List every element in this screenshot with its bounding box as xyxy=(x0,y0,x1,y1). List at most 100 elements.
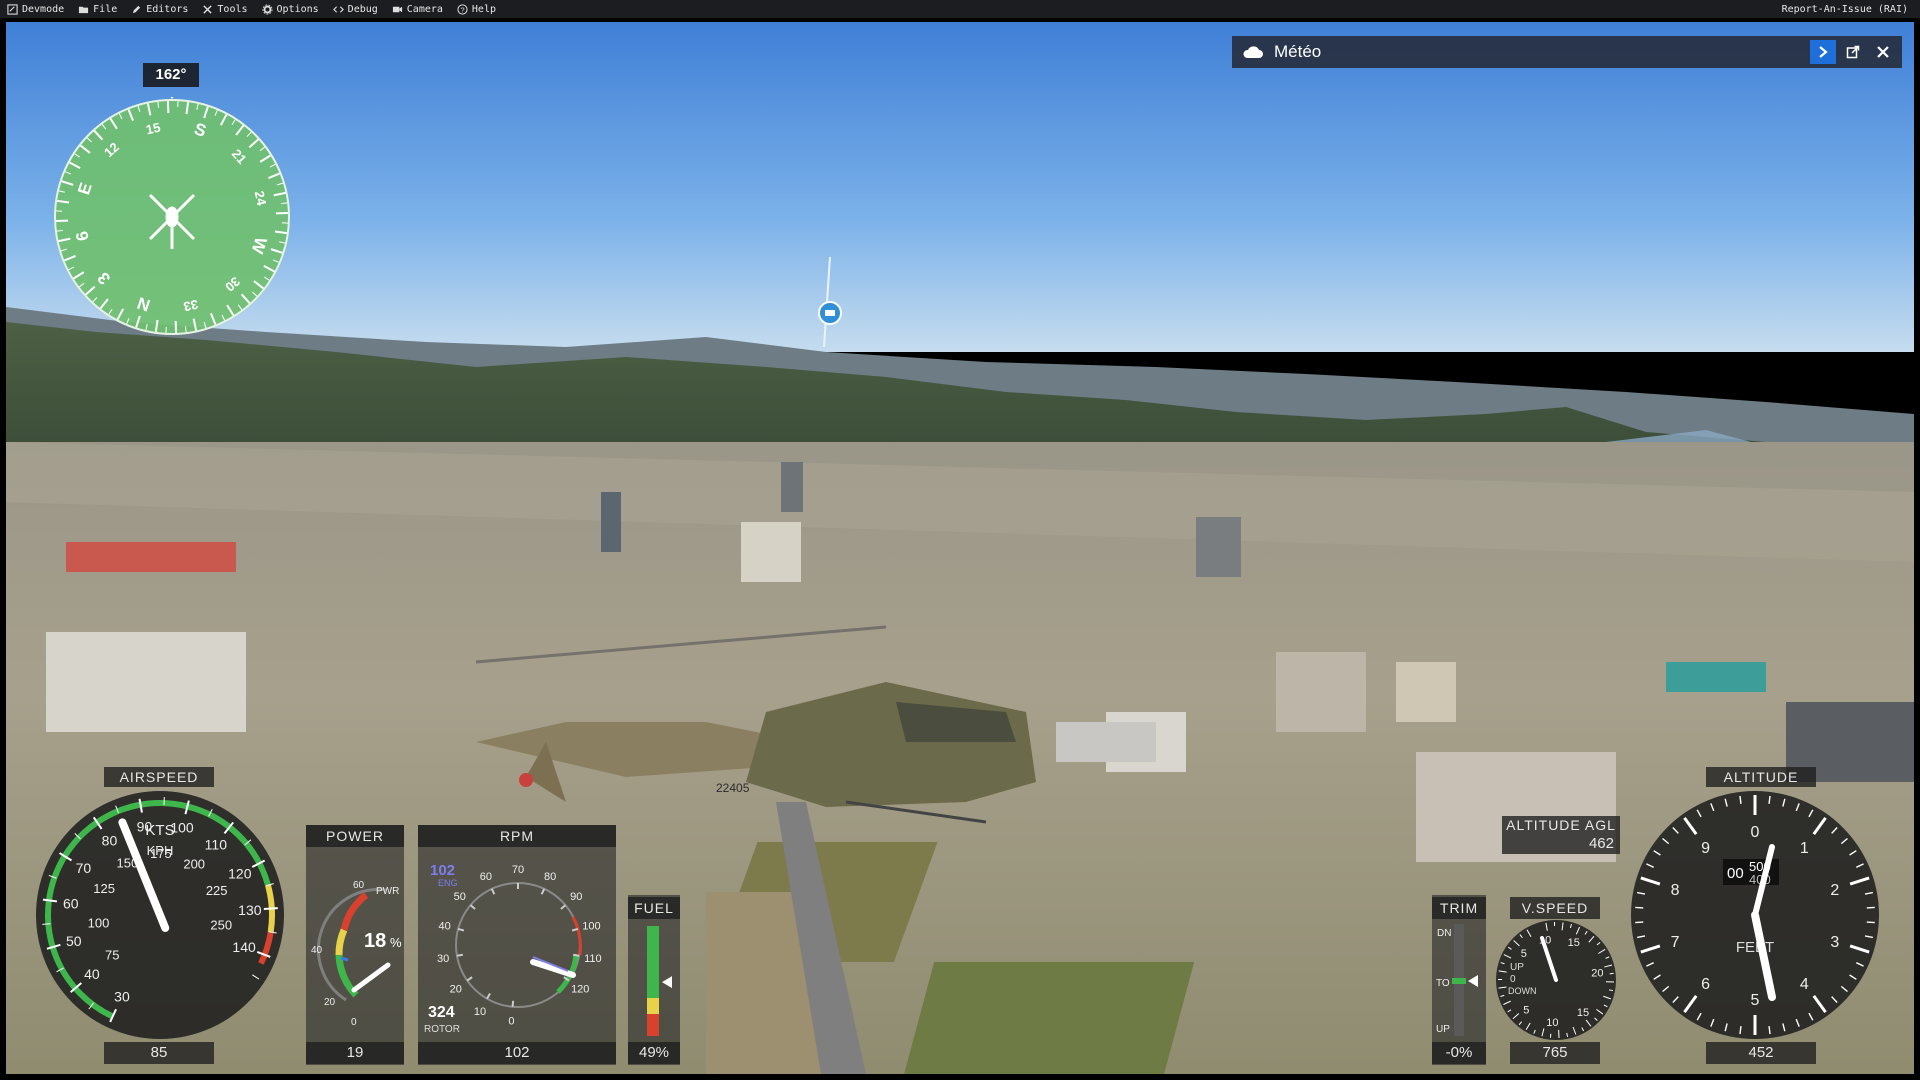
weather-panel[interactable]: Météo xyxy=(1232,36,1902,68)
airspeed-unit-kph: KPH xyxy=(147,843,174,858)
airspeed-kts-mark: 40 xyxy=(84,966,100,982)
rpm-mark: 120 xyxy=(571,984,589,996)
expand-panel-button[interactable] xyxy=(1810,40,1836,64)
menu-editors[interactable]: Editors xyxy=(124,0,195,18)
altitude-value: 452 xyxy=(1706,1042,1816,1064)
weather-panel-title: Météo xyxy=(1274,42,1322,61)
vspeed-down-label: DOWN xyxy=(1508,986,1537,996)
power-label: POWER xyxy=(306,825,404,847)
rpm-gauge: 0 10 20 30 40 50 60 70 80 90 100 110 120 102 ENG 324… xyxy=(424,862,602,1035)
poi-marker-icon[interactable] xyxy=(818,301,842,325)
menu-devmode-label: Devmode xyxy=(22,3,65,15)
airspeed-kts-mark: 50 xyxy=(66,933,82,949)
compass-label: 33 xyxy=(182,297,199,315)
altitude-mark: 8 xyxy=(1671,882,1680,899)
altimeter: 0123456789 00 500 400 FEET xyxy=(1631,791,1879,1039)
menu-file-label: File xyxy=(93,3,118,15)
heading-readout: 162° xyxy=(143,63,199,87)
devmode-icon xyxy=(7,3,18,15)
power-value: 19 xyxy=(306,1042,404,1064)
trim-up-label: UP xyxy=(1436,1024,1450,1035)
rpm-mark: 90 xyxy=(570,891,582,903)
vspeed-label: V.SPEED xyxy=(1510,897,1600,919)
close-panel-button[interactable] xyxy=(1870,40,1896,64)
airspeed-kph-mark: 225 xyxy=(206,883,228,898)
altitude-agl-label: ALTITUDE AGL xyxy=(1502,816,1620,834)
popout-panel-button[interactable] xyxy=(1840,40,1866,64)
fuel-value: 49% xyxy=(628,1042,680,1064)
menu-devmode[interactable]: Devmode xyxy=(0,0,71,18)
altitude-mark: 5 xyxy=(1751,992,1760,1009)
airspeed-label: AIRSPEED xyxy=(104,767,214,787)
altitude-drum-high: 00 xyxy=(1727,865,1744,882)
aircraft-tail-number: 22405 xyxy=(716,781,750,795)
vspeed-mark: 15 xyxy=(1568,937,1580,949)
menu-camera[interactable]: Camera xyxy=(385,0,450,18)
menu-file[interactable]: File xyxy=(71,0,124,18)
airspeed-kph-mark: 200 xyxy=(183,856,205,871)
vspeed-up-label: UP xyxy=(1510,962,1524,973)
airspeed-kts-mark: 110 xyxy=(205,836,228,852)
power-percent: 18 xyxy=(364,930,386,952)
trim-dn-label: DN xyxy=(1437,928,1451,939)
menu-debug[interactable]: Debug xyxy=(326,0,385,18)
airspeed-kts-mark: 120 xyxy=(228,865,252,881)
airspeed-indicator: 30405060708090 100110120130140 7510012515… xyxy=(36,791,284,1039)
rpm-value: 102 xyxy=(418,1042,616,1064)
airspeed-kts-mark: 70 xyxy=(76,860,92,876)
altitude-mark: 9 xyxy=(1701,840,1710,857)
report-issue-link[interactable]: Report-An-Issue (RAI) xyxy=(1775,0,1920,18)
airspeed-unit-kts: KTS xyxy=(145,822,174,839)
airspeed-kph-mark: 75 xyxy=(105,948,119,963)
menu-tools-label: Tools xyxy=(217,3,248,15)
airspeed-kts-mark: 60 xyxy=(63,895,79,911)
menu-camera-label: Camera xyxy=(406,3,443,15)
fuel-label: FUEL xyxy=(628,897,680,919)
vspeed-mark: 5 xyxy=(1523,1005,1529,1017)
vspeed-zero-label: 0 xyxy=(1510,974,1516,985)
rpm-mark: 80 xyxy=(544,871,556,883)
fuel-gauge xyxy=(647,926,672,1036)
chevron-right-icon xyxy=(1819,46,1828,58)
menu-options-label: Options xyxy=(276,3,319,15)
altitude-mark: 0 xyxy=(1751,824,1760,841)
altitude-mark: 1 xyxy=(1800,840,1809,857)
power-mark-0: 0 xyxy=(351,1017,357,1028)
power-mark-40: 40 xyxy=(311,945,323,956)
trim-value: -0% xyxy=(1432,1042,1486,1064)
airspeed-kts-mark: 140 xyxy=(232,939,256,955)
help-icon: ? xyxy=(457,3,468,15)
rpm-mark: 70 xyxy=(512,864,524,876)
rpm-rotor-label: ROTOR xyxy=(424,1024,460,1035)
altitude-mark: 4 xyxy=(1800,976,1809,993)
external-window-icon xyxy=(1846,45,1860,59)
power-pwr-label: PWR xyxy=(376,886,399,897)
airspeed-kts-mark: 130 xyxy=(238,902,262,918)
svg-text:?: ? xyxy=(460,5,464,14)
tools-icon xyxy=(203,4,213,14)
altitude-mark: 7 xyxy=(1671,934,1680,951)
trim-to-label: TO xyxy=(1436,978,1450,989)
vspeed-indicator: 510 152015105 UP 0 DOWN xyxy=(1496,920,1616,1040)
vspeed-value: 765 xyxy=(1510,1042,1600,1064)
altitude-agl-value: 462 xyxy=(1502,834,1620,854)
vspeed-mark: 20 xyxy=(1591,968,1603,980)
menu-options[interactable]: Options xyxy=(255,0,326,18)
altitude-mark: 3 xyxy=(1830,934,1839,951)
menu-editors-label: Editors xyxy=(146,3,189,15)
menu-tools[interactable]: Tools xyxy=(195,0,254,18)
folder-icon xyxy=(79,6,89,13)
rpm-eng-label: ENG xyxy=(438,878,458,888)
code-icon xyxy=(332,5,344,13)
gear-icon xyxy=(261,3,273,15)
rpm-rotor-value: 324 xyxy=(428,1004,455,1021)
power-mark-60: 60 xyxy=(353,880,365,891)
pencil-icon xyxy=(133,5,141,13)
rpm-mark: 20 xyxy=(450,984,462,996)
power-mark-20: 20 xyxy=(324,997,336,1008)
heading-compass: N36E1215 S2124W3033 xyxy=(54,97,290,335)
altitude-mark: 2 xyxy=(1830,882,1839,899)
airspeed-kts-mark: 30 xyxy=(114,989,130,1005)
altitude-unit: FEET xyxy=(1736,939,1774,956)
menu-help[interactable]: ? Help xyxy=(450,0,503,18)
